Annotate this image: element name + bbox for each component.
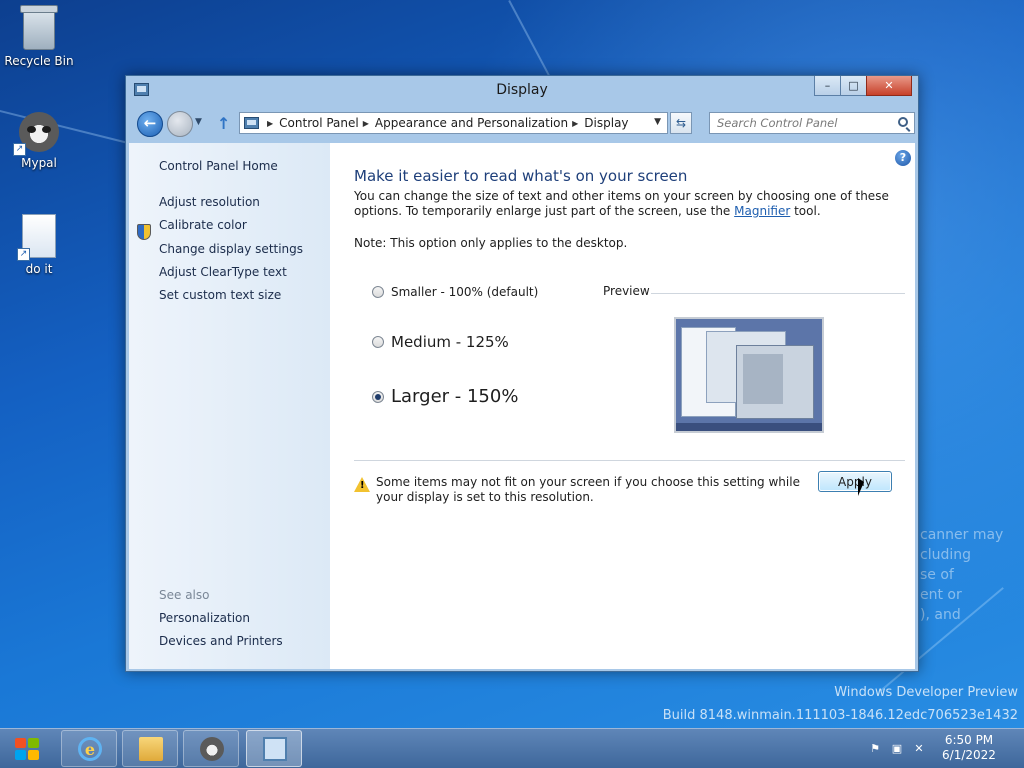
section-divider [354, 460, 905, 461]
mypal-raccoon-icon: ↗ [13, 112, 59, 156]
control-panel-icon [244, 117, 259, 129]
volume-muted-icon[interactable]: ✕ [912, 742, 926, 755]
calibrate-color-link[interactable]: Calibrate color [159, 218, 247, 232]
desktop-icon-mypal[interactable]: ↗ Mypal [0, 112, 78, 170]
watermark-line1: Windows Developer Preview [834, 685, 1018, 700]
warning-exclamation: ! [360, 480, 365, 491]
magnifier-link[interactable]: Magnifier [734, 204, 790, 218]
taskbar-mypal[interactable] [183, 730, 239, 767]
document-icon: ↗ [17, 214, 56, 261]
watermark-line2: Build 8148.winmain.111103-1846.12edc7065… [662, 708, 1018, 723]
desktop-icon-label: do it [25, 262, 53, 276]
desktop-icon-label: Recycle Bin [4, 54, 74, 68]
preview-taskbar [676, 423, 822, 431]
recycle-bin-icon [20, 5, 58, 50]
clock[interactable]: 6:50 PM 6/1/2022 [936, 733, 1002, 763]
adjust-cleartype-link[interactable]: Adjust ClearType text [159, 265, 287, 279]
help-icon[interactable]: ? [895, 150, 911, 166]
close-button[interactable]: ✕ [866, 76, 912, 96]
window-title: Display [496, 82, 548, 98]
internet-explorer-icon: e [78, 737, 102, 761]
maximize-button[interactable]: □ [840, 76, 867, 96]
set-custom-text-size-link[interactable]: Set custom text size [159, 288, 281, 302]
up-arrow-icon[interactable]: ↑ [217, 114, 230, 133]
folder-icon [139, 737, 163, 761]
uac-shield-icon [137, 224, 151, 240]
page-title: Make it easier to read what's on your sc… [354, 167, 688, 185]
refresh-icon[interactable]: ⇆ [670, 112, 692, 134]
desktop-note: Note: This option only applies to the de… [354, 236, 628, 250]
title-bar[interactable]: Display – □ ✕ [126, 76, 918, 106]
address-bar[interactable]: ▶ Control Panel ▶ Appearance and Persona… [239, 112, 668, 134]
description-text: You can change the size of text and othe… [354, 189, 899, 219]
preview-image [674, 317, 824, 433]
forward-arrow-icon[interactable] [167, 111, 193, 137]
option-medium-label[interactable]: Medium - 125% [391, 333, 509, 351]
windows-logo-icon [15, 738, 39, 760]
recent-pages-chevron-icon[interactable]: ▼ [195, 117, 202, 127]
preview-window [736, 345, 814, 419]
option-larger-label[interactable]: Larger - 150% [391, 386, 518, 407]
search-box[interactable] [709, 112, 915, 134]
see-also-label: See also [159, 588, 210, 602]
description-part2: tool. [790, 204, 821, 218]
window-controls: – □ ✕ [814, 76, 912, 96]
window-content: Control Panel Home Adjust resolution Cal… [129, 143, 915, 669]
mypal-raccoon-icon [200, 737, 224, 761]
desktop-icon-recycle-bin[interactable]: Recycle Bin [0, 5, 78, 68]
navigation-bar: ← ▼ ↑ ▶ Control Panel ▶ Appearance and P… [126, 106, 918, 142]
display-settings-icon [263, 737, 287, 761]
option-medium[interactable]: Medium - 125% [372, 333, 509, 351]
option-larger[interactable]: Larger - 150% [372, 386, 518, 407]
breadcrumb-separator-icon[interactable]: ▶ [572, 119, 578, 128]
option-smaller[interactable]: Smaller - 100% (default) [372, 285, 538, 299]
mouse-cursor-icon [858, 478, 864, 496]
breadcrumb-appearance[interactable]: Appearance and Personalization [375, 116, 568, 130]
minimize-button[interactable]: – [814, 76, 841, 96]
breadcrumb-display[interactable]: Display [584, 116, 628, 130]
preview-label: Preview [603, 284, 650, 298]
desktop-icon-do-it[interactable]: ↗ do it [0, 214, 78, 276]
warning-text: Some items may not fit on your screen if… [376, 475, 800, 504]
network-icon[interactable]: ▣ [890, 742, 904, 755]
desktop-icon-label: Mypal [21, 156, 57, 170]
change-display-settings-link[interactable]: Change display settings [159, 242, 303, 256]
breadcrumb-separator-icon[interactable]: ▶ [267, 119, 273, 128]
shortcut-arrow-icon: ↗ [17, 248, 30, 261]
search-input[interactable] [710, 113, 890, 133]
taskbar-windows-explorer[interactable] [122, 730, 178, 767]
clock-date: 6/1/2022 [942, 748, 996, 762]
shortcut-arrow-icon: ↗ [13, 143, 26, 156]
breadcrumb-control-panel[interactable]: Control Panel [279, 116, 359, 130]
breadcrumb-separator-icon[interactable]: ▶ [363, 119, 369, 128]
control-panel-home-link[interactable]: Control Panel Home [159, 159, 278, 173]
adjust-resolution-link[interactable]: Adjust resolution [159, 195, 260, 209]
action-center-flag-icon[interactable]: ⚑ [868, 742, 882, 755]
taskbar-internet-explorer[interactable]: e [61, 730, 117, 767]
devices-and-printers-link[interactable]: Devices and Printers [159, 634, 283, 648]
start-button[interactable] [0, 729, 56, 768]
system-tray: ⚑ ▣ ✕ 6:50 PM 6/1/2022 [854, 729, 1024, 768]
display-window: Display – □ ✕ ← ▼ ↑ ▶ Control Panel ▶ Ap… [125, 75, 919, 672]
clock-time: 6:50 PM [944, 733, 994, 747]
radio-larger[interactable] [372, 390, 384, 403]
preview-divider [651, 293, 905, 294]
left-navigation-pane: Control Panel Home Adjust resolution Cal… [129, 143, 330, 669]
apply-button[interactable]: Apply [818, 471, 892, 492]
address-dropdown-chevron-icon[interactable]: ▼ [654, 117, 661, 127]
radio-medium[interactable] [372, 336, 384, 348]
option-smaller-label[interactable]: Smaller - 100% (default) [391, 285, 538, 299]
personalization-link[interactable]: Personalization [159, 611, 250, 625]
background-window-text: canner may cluding se of ent or ), and [920, 527, 1004, 623]
main-pane: ? Make it easier to read what's on your … [330, 143, 915, 669]
taskbar-display[interactable] [246, 730, 302, 767]
search-icon[interactable] [898, 117, 908, 127]
back-arrow-icon[interactable]: ← [137, 111, 163, 137]
radio-smaller[interactable] [372, 286, 384, 298]
taskbar: e ⚑ ▣ ✕ 6:50 PM 6/1/2022 [0, 728, 1024, 768]
